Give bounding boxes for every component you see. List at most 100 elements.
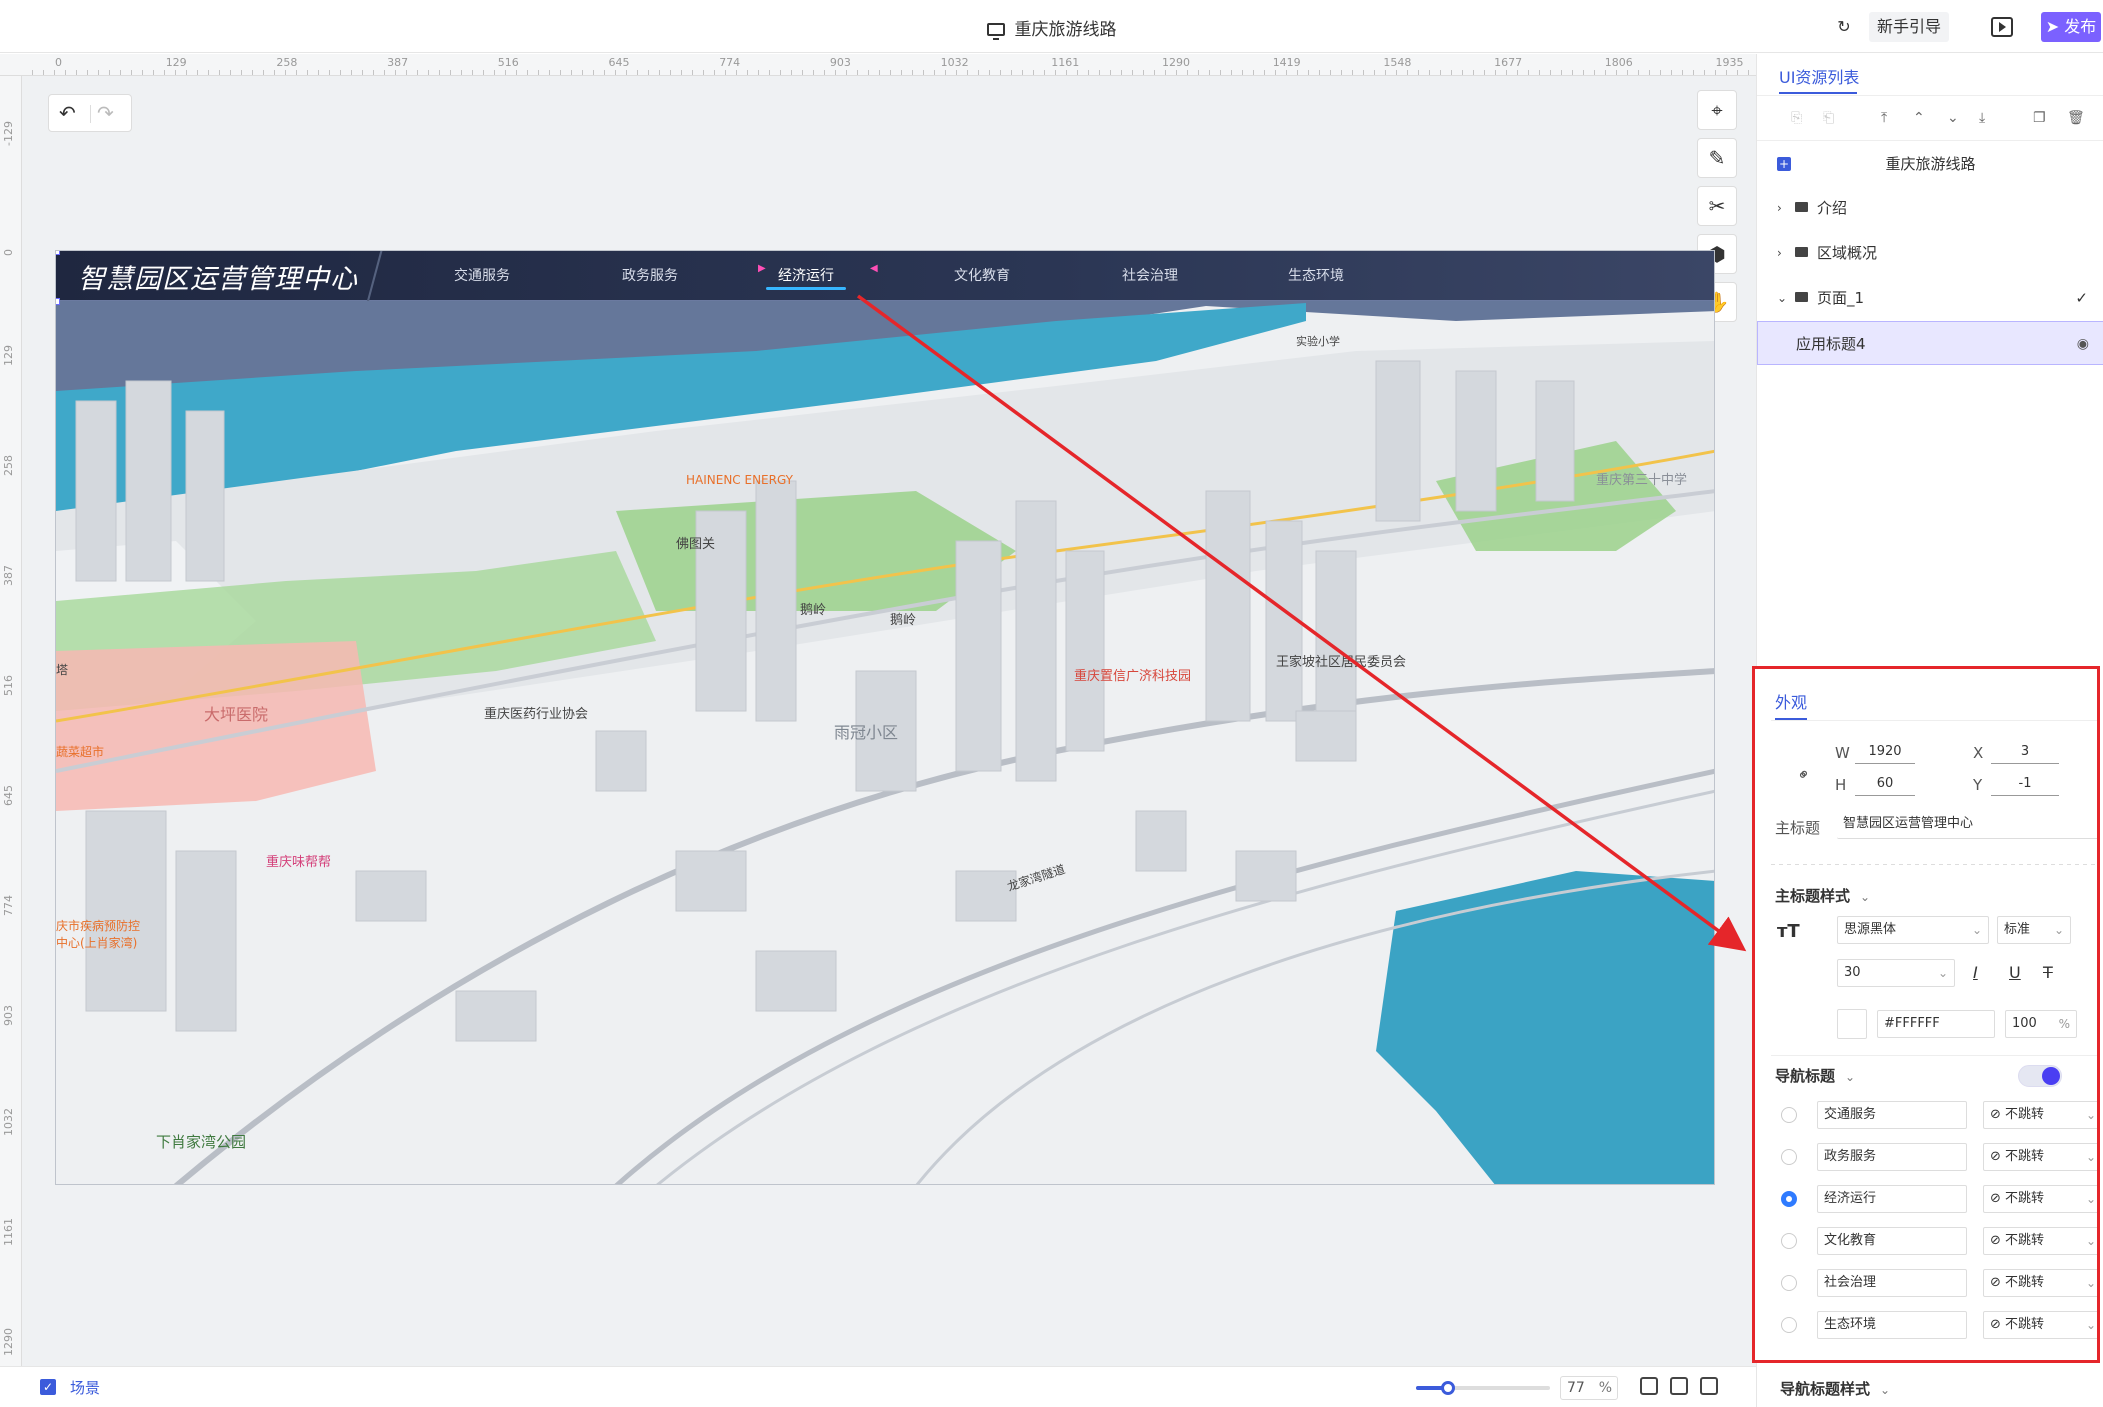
divider bbox=[1757, 140, 2103, 141]
cloud-sync-icon[interactable]: ↻ bbox=[1831, 12, 1857, 42]
scene-checkbox[interactable]: ✓ bbox=[40, 1379, 56, 1395]
chevron-down-icon: ⌄ bbox=[2085, 1192, 2096, 1206]
nav-name-input[interactable]: 交通服务 bbox=[1817, 1101, 1967, 1129]
main-title-style-section[interactable]: 主标题样式 ⌄ bbox=[1775, 885, 1870, 906]
nav-jump-select[interactable]: ⊘ 不跳转 ⌄ bbox=[1983, 1311, 2097, 1339]
nav-jump-value: ⊘ 不跳转 bbox=[1990, 1149, 2045, 1164]
map-stage[interactable]: 智慧园区运营管理中心 交通服务 政务服务 ▶ 经济运行 ◀ 文化教育 社会治理 … bbox=[55, 250, 1715, 1185]
underline-icon[interactable]: U bbox=[2009, 963, 2021, 982]
fit-width-icon[interactable] bbox=[1640, 1377, 1658, 1395]
height-input[interactable]: 60 bbox=[1855, 774, 1915, 796]
color-swatch[interactable] bbox=[1837, 1009, 1867, 1039]
magic-wand-icon[interactable]: ✎ bbox=[1697, 138, 1737, 178]
selection-handle[interactable] bbox=[56, 298, 60, 305]
nav-name-input[interactable]: 社会治理 bbox=[1817, 1269, 1967, 1297]
link-lock-icon[interactable]: ⚭ bbox=[1792, 763, 1815, 786]
nav-jump-select[interactable]: ⊘ 不跳转 ⌄ bbox=[1983, 1143, 2097, 1171]
font-weight-select[interactable]: 标准 ⌄ bbox=[1997, 916, 2071, 944]
app-header-preview[interactable]: 智慧园区运营管理中心 交通服务 政务服务 ▶ 经济运行 ◀ 文化教育 社会治理 … bbox=[56, 251, 1714, 301]
fit-screen-icon[interactable] bbox=[1670, 1377, 1688, 1395]
nav-radio[interactable] bbox=[1781, 1191, 1797, 1207]
nav-jump-value: ⊘ 不跳转 bbox=[1990, 1275, 2045, 1290]
ruler-tick-label: 516 bbox=[2, 675, 15, 696]
y-label: Y bbox=[1973, 776, 1983, 794]
nav-title-section[interactable]: 导航标题 ⌄ bbox=[1775, 1065, 1855, 1086]
header-main-title: 智慧园区运营管理中心 bbox=[78, 264, 358, 295]
tree-item-app-title[interactable]: 应用标题4 ◉ bbox=[1757, 321, 2103, 365]
nav-radio[interactable] bbox=[1781, 1149, 1797, 1165]
nav-jump-select[interactable]: ⊘ 不跳转 ⌄ bbox=[1983, 1269, 2097, 1297]
delete-icon[interactable]: 🗑 bbox=[2067, 110, 2085, 126]
main-title-input[interactable]: 智慧园区运营管理中心 bbox=[1837, 811, 2097, 839]
move-bottom-icon[interactable]: ⤓ bbox=[1979, 110, 1985, 126]
zoom-slider-handle[interactable] bbox=[1441, 1381, 1456, 1395]
chevron-down-icon[interactable]: ⌄ bbox=[1777, 276, 1787, 320]
nav-jump-select[interactable]: ⊘ 不跳转 ⌄ bbox=[1983, 1227, 2097, 1255]
ruler-tick-label: 903 bbox=[829, 56, 851, 69]
color-hex-input[interactable]: #FFFFFF bbox=[1877, 1010, 1995, 1038]
ruler-tick-label: 774 bbox=[2, 895, 15, 916]
nav-item[interactable]: 生态环境 bbox=[1256, 265, 1376, 285]
y-input[interactable]: -1 bbox=[1991, 774, 2059, 796]
canvas-area[interactable]: 0 129 258 387 516 645 774 903 1032 1161 1290 1419 15… bbox=[0, 54, 1756, 1366]
top-bar: 重庆旅游线路 ↻ 新手引导 ➤ 发布 bbox=[0, 0, 2103, 53]
tree-item-overview[interactable]: › 区域概况 bbox=[1757, 231, 2103, 275]
move-up-icon[interactable]: ⌃ bbox=[1913, 110, 1925, 126]
width-input[interactable]: 1920 bbox=[1855, 742, 1915, 764]
nav-name-input[interactable]: 文化教育 bbox=[1817, 1227, 1967, 1255]
tab-ui-resources[interactable]: UI资源列表 bbox=[1779, 64, 1859, 88]
nav-radio[interactable] bbox=[1781, 1107, 1797, 1123]
nav-radio[interactable] bbox=[1781, 1275, 1797, 1291]
nav-style-section[interactable]: 导航标题样式 ⌄ bbox=[1780, 1378, 1890, 1399]
strikethrough-icon[interactable]: T bbox=[2043, 963, 2053, 982]
tree-item-label: 介绍 bbox=[1817, 199, 1848, 217]
tree-root[interactable]: + 重庆旅游线路 bbox=[1757, 142, 2103, 186]
nav-name-input[interactable]: 生态环境 bbox=[1817, 1311, 1967, 1339]
nav-item[interactable]: 文化教育 bbox=[922, 265, 1042, 285]
move-top-icon[interactable]: ⤒ bbox=[1881, 110, 1887, 126]
zoom-slider[interactable] bbox=[1416, 1381, 1550, 1395]
minimap-icon[interactable] bbox=[1700, 1377, 1718, 1395]
nav-radio[interactable] bbox=[1781, 1233, 1797, 1249]
copy-icon[interactable]: ❐ bbox=[2033, 110, 2046, 126]
nav-jump-select[interactable]: ⊘ 不跳转 ⌄ bbox=[1983, 1101, 2097, 1129]
ungroup-icon[interactable]: ⎗ bbox=[1823, 110, 1834, 126]
ruler-tick-label: 774 bbox=[719, 56, 741, 69]
font-family-select[interactable]: 思源黑体 ⌄ bbox=[1837, 916, 1989, 944]
opacity-input[interactable]: 100% bbox=[2005, 1010, 2077, 1038]
move-down-icon[interactable]: ⌄ bbox=[1947, 110, 1959, 126]
nav-item[interactable]: 社会治理 bbox=[1090, 265, 1210, 285]
font-size-select[interactable]: 30 ⌄ bbox=[1837, 959, 1955, 987]
publish-button[interactable]: ➤ 发布 bbox=[2041, 12, 2101, 42]
nav-jump-select[interactable]: ⊘ 不跳转 ⌄ bbox=[1983, 1185, 2097, 1213]
brush-icon[interactable]: ✂ bbox=[1697, 186, 1737, 226]
redo-icon[interactable]: ↷ bbox=[97, 101, 114, 125]
ruler-tick-label: 645 bbox=[2, 785, 15, 806]
nav-item-active[interactable]: 经济运行 bbox=[746, 265, 866, 285]
opacity-unit: % bbox=[2058, 1017, 2070, 1031]
nav-title-toggle[interactable] bbox=[2018, 1065, 2062, 1087]
tree-item-page1[interactable]: ⌄ 页面_1 ✓ bbox=[1757, 276, 2103, 320]
nav-name-input[interactable]: 经济运行 bbox=[1817, 1185, 1967, 1213]
map-place-label: 鹅岭 bbox=[890, 613, 917, 628]
chevron-down-icon: ⌄ bbox=[1860, 890, 1871, 904]
nav-item[interactable]: 政务服务 bbox=[590, 265, 710, 285]
locate-icon[interactable]: ⌖ bbox=[1697, 90, 1737, 130]
chevron-right-icon[interactable]: › bbox=[1777, 186, 1782, 230]
nav-name-input[interactable]: 政务服务 bbox=[1817, 1143, 1967, 1171]
nav-radio[interactable] bbox=[1781, 1317, 1797, 1333]
chevron-right-icon[interactable]: › bbox=[1777, 231, 1782, 275]
zoom-input[interactable]: 77% bbox=[1560, 1376, 1618, 1400]
preview-play-icon[interactable] bbox=[1991, 17, 2013, 37]
undo-icon[interactable]: ↶ bbox=[59, 101, 76, 125]
nav-item[interactable]: 交通服务 bbox=[422, 265, 542, 285]
guide-button[interactable]: 新手引导 bbox=[1869, 12, 1949, 42]
selection-handle[interactable] bbox=[56, 251, 60, 255]
italic-icon[interactable]: I bbox=[1973, 963, 1978, 982]
tab-appearance[interactable]: 外观 bbox=[1775, 689, 1807, 713]
tree-item-intro[interactable]: › 介绍 bbox=[1757, 186, 2103, 230]
group-icon[interactable]: ⎘ bbox=[1791, 110, 1802, 126]
x-input[interactable]: 3 bbox=[1991, 742, 2059, 764]
eye-icon[interactable]: ◉ bbox=[2077, 322, 2089, 366]
map-place-label: 佛图关 bbox=[676, 537, 716, 552]
